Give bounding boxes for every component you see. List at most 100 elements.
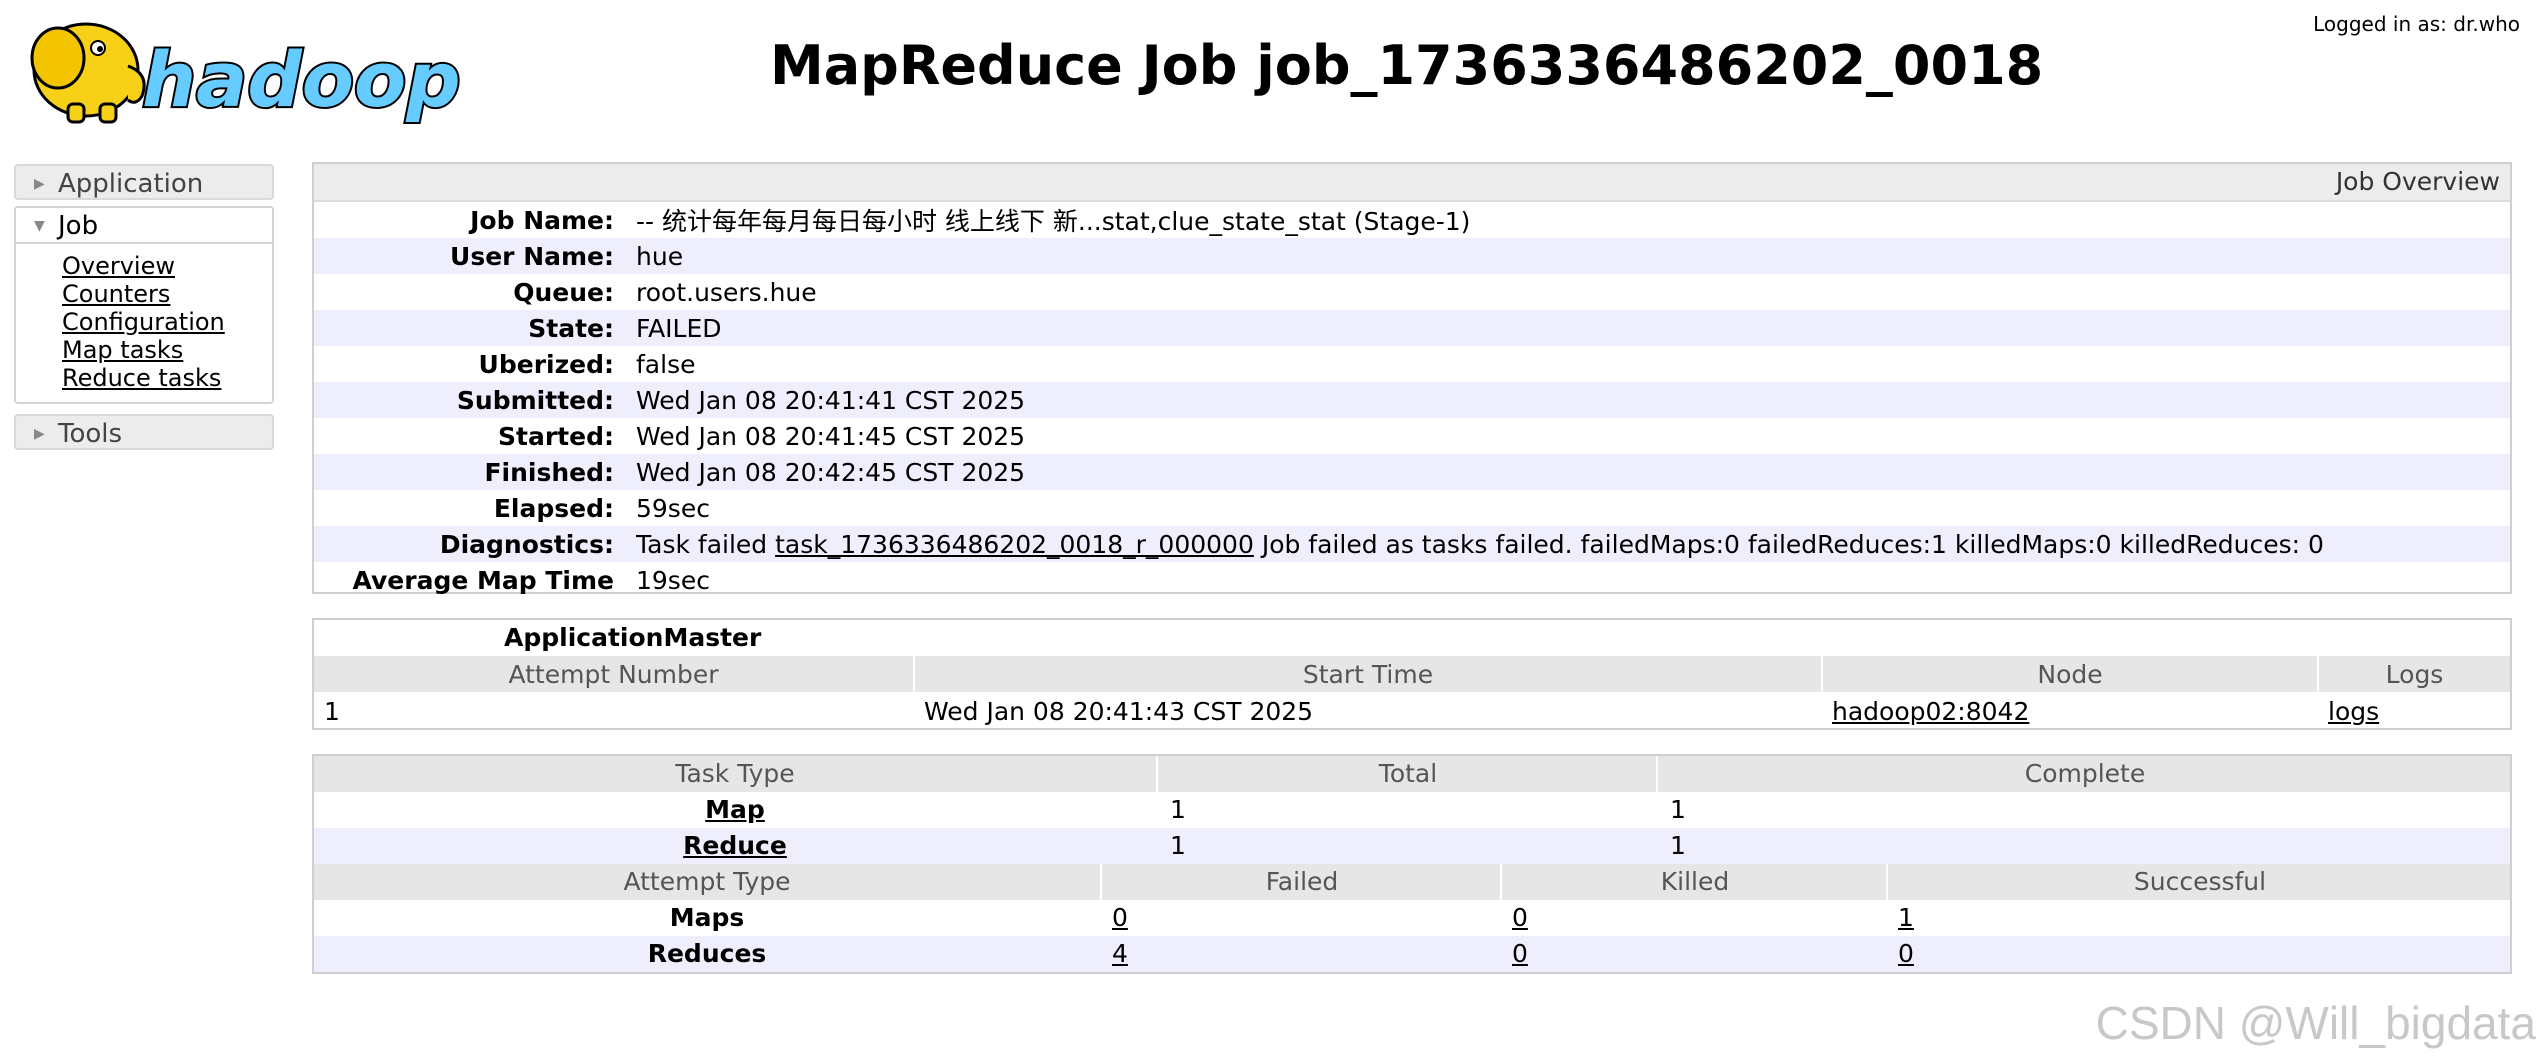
value: root.users.hue	[636, 277, 817, 307]
table-row: Map 1 1	[314, 792, 2510, 828]
nav-job[interactable]: ▼ Job	[16, 208, 272, 244]
application-master-title: ApplicationMaster	[504, 623, 762, 652]
label: Started:	[498, 421, 614, 451]
nav-job-label: Job	[58, 211, 99, 241]
reduces-killed-link[interactable]: 0	[1512, 939, 1528, 968]
diagnostics-value: Task failed task_1736336486202_0018_r_00…	[636, 526, 2510, 562]
column-header: Successful	[1886, 864, 2512, 900]
value: FAILED	[636, 310, 2510, 346]
column-header: Failed	[1100, 864, 1502, 900]
overview-row-submitted: Submitted: Wed Jan 08 20:41:41 CST 2025	[314, 382, 2510, 418]
value: hue	[636, 238, 2510, 274]
logs-link[interactable]: logs	[2328, 697, 2379, 726]
label: Diagnostics:	[314, 526, 636, 562]
attempt-header-row: Attempt Type Failed Killed Successful	[314, 864, 2510, 900]
column-header: Node	[1821, 656, 2318, 692]
column-header: Killed	[1500, 864, 1888, 900]
table-row: Maps 0 0 1	[314, 900, 2510, 936]
watermark: CSDN @Will_bigdata	[2095, 997, 2536, 1049]
nav-application[interactable]: ▶ Application	[14, 164, 274, 200]
node-link[interactable]: hadoop02:8042	[1832, 697, 2029, 726]
label: Finished:	[314, 454, 636, 490]
job-overview-table: Job Name: -- 统计每年每月每日每小时 线上线下 新...stat,cl…	[314, 202, 2510, 598]
map-tasks-link[interactable]: Map	[705, 795, 765, 824]
caret-right-icon: ▶	[34, 176, 45, 192]
nav-link-configuration[interactable]: Configuration	[62, 308, 225, 336]
application-master-panel: ApplicationMaster Attempt Number Start T…	[312, 618, 2512, 730]
complete: 1	[1670, 831, 1686, 860]
overview-row-diagnostics: Diagnostics: Task failed task_1736336486…	[314, 526, 2510, 562]
nav-link-overview[interactable]: Overview	[62, 252, 175, 280]
label: User Name:	[314, 238, 636, 274]
diagnostics-suffix: Job failed as tasks failed. failedMaps:0…	[1253, 529, 2324, 559]
column-header: Attempt Number	[314, 656, 914, 692]
table-row: 1 Wed Jan 08 20:41:43 CST 2025 hadoop02:…	[314, 692, 2510, 730]
task-header-row: Task Type Total Complete	[314, 756, 2510, 792]
value: Wed Jan 08 20:41:45 CST 2025	[636, 421, 1026, 451]
label: Elapsed:	[493, 493, 614, 523]
failed-task-link[interactable]: task_1736336486202_0018_r_000000	[775, 530, 1254, 559]
sidebar-nav: ▶ Application ▼ Job Overview Counters Co…	[14, 164, 274, 450]
attempt-number: 1	[324, 696, 340, 726]
column-header: Task Type	[675, 759, 795, 788]
value: Wed Jan 08 20:41:41 CST 2025	[636, 382, 2510, 418]
attempt-type: Reduces	[647, 939, 767, 968]
total: 1	[1170, 795, 1186, 824]
column-header: Attempt Type	[623, 867, 791, 896]
overview-row-started: Started: Wed Jan 08 20:41:45 CST 2025	[314, 418, 2510, 454]
reduces-successful-link[interactable]: 0	[1898, 939, 1914, 968]
start-time: Wed Jan 08 20:41:43 CST 2025	[924, 696, 1314, 726]
column-header: Start Time	[913, 656, 1822, 692]
complete: 1	[1670, 795, 1686, 824]
label: Queue:	[513, 277, 614, 307]
label: Uberized:	[478, 349, 614, 379]
value: 59sec	[636, 493, 710, 523]
overview-row-state: State: FAILED	[314, 310, 2510, 346]
nav-link-counters[interactable]: Counters	[62, 280, 170, 308]
nav-tools-label: Tools	[58, 419, 123, 449]
attempt-type: Maps	[669, 903, 745, 932]
reduces-failed-link[interactable]: 4	[1112, 939, 1128, 968]
maps-successful-link[interactable]: 1	[1898, 903, 1914, 932]
page-title: MapReduce Job job_1736336486202_0018	[770, 34, 2044, 97]
value: false	[636, 349, 696, 379]
overview-row-uberized: Uberized: false	[314, 346, 2510, 382]
overview-row-job-name: Job Name: -- 统计每年每月每日每小时 线上线下 新...stat,cl…	[314, 202, 2510, 238]
table-header-row: Attempt Number Start Time Node Logs	[314, 656, 2510, 692]
caret-down-icon: ▼	[34, 218, 45, 234]
overview-row-finished: Finished: Wed Jan 08 20:42:45 CST 2025	[314, 454, 2510, 490]
task-grid: Task Type Total Complete Map 1 1 Reduce …	[314, 756, 2510, 972]
overview-row-queue: Queue: root.users.hue	[314, 274, 2510, 310]
maps-failed-link[interactable]: 0	[1112, 903, 1128, 932]
column-header: Logs	[2317, 656, 2510, 692]
column-header: Total	[1156, 756, 1658, 792]
label: State:	[314, 310, 636, 346]
label: Job Name:	[470, 205, 614, 235]
nav-link-reduce-tasks[interactable]: Reduce tasks	[62, 364, 221, 392]
column-header: Complete	[1656, 756, 2512, 792]
maps-killed-link[interactable]: 0	[1512, 903, 1528, 932]
nav-link-map-tasks[interactable]: Map tasks	[62, 336, 183, 364]
table-row: Reduce 1 1	[314, 828, 2510, 864]
reduce-tasks-link[interactable]: Reduce	[683, 831, 787, 860]
value: 19sec	[636, 565, 710, 595]
nav-tools[interactable]: ▶ Tools	[14, 414, 274, 450]
elephant-icon	[30, 22, 146, 124]
nav-application-label: Application	[58, 169, 204, 199]
caret-right-icon: ▶	[34, 426, 45, 442]
job-overview-panel: Job Overview Job Name: -- 统计每年每月每日每小时 线上线…	[312, 162, 2512, 595]
nav-job-section: ▼ Job Overview Counters Configuration Ma…	[14, 206, 274, 404]
total: 1	[1170, 831, 1186, 860]
diagnostics-prefix: Task failed	[636, 529, 776, 559]
overview-row-user-name: User Name: hue	[314, 238, 2510, 274]
value: -- 统计每年每月每日每小时 线上线下 新...stat,clue_state_…	[636, 207, 1471, 236]
table-row: Reduces 4 0 0	[314, 936, 2510, 972]
application-master-table: Attempt Number Start Time Node Logs 1 We…	[314, 656, 2510, 730]
job-overview-heading: Job Overview	[314, 164, 2510, 202]
value: Wed Jan 08 20:42:45 CST 2025	[636, 454, 2510, 490]
label: Submitted:	[314, 382, 636, 418]
overview-row-elapsed: Elapsed: 59sec	[314, 490, 2510, 526]
logged-in-status: Logged in as: dr.who	[2313, 12, 2520, 36]
overview-row-average-map-time: Average Map Time 19sec	[314, 562, 2510, 598]
label: Average Map Time	[352, 565, 614, 595]
